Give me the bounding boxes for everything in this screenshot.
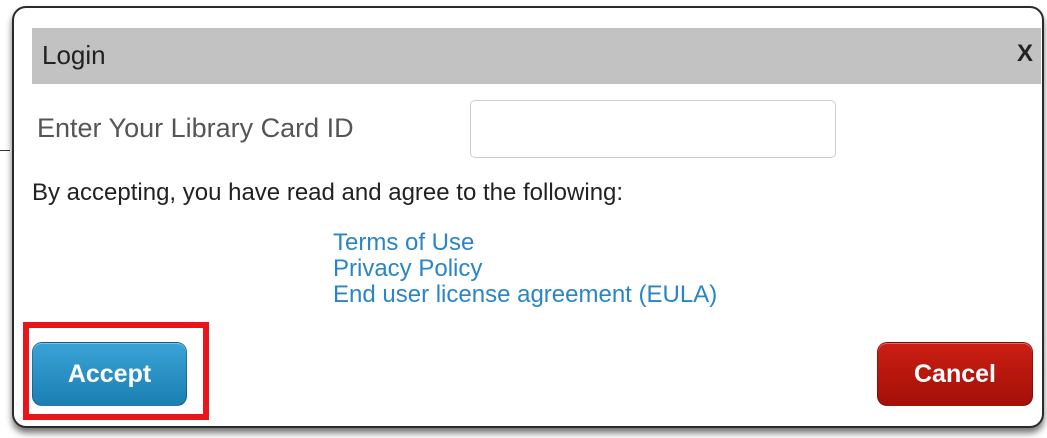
agreement-links: Terms of Use Privacy Policy End user lic… (333, 230, 717, 308)
edge-divider (0, 150, 10, 151)
cancel-button[interactable]: Cancel (877, 342, 1033, 406)
library-card-input[interactable] (470, 100, 836, 158)
agreement-text: By accepting, you have read and agree to… (32, 179, 624, 206)
library-card-label: Enter Your Library Card ID (37, 113, 354, 143)
dialog-title: Login (42, 40, 106, 70)
accept-highlight-box (23, 322, 209, 420)
close-icon[interactable]: X (1017, 40, 1033, 68)
dialog-titlebar: Login X (32, 28, 1041, 84)
eula-link[interactable]: End user license agreement (EULA) (333, 282, 717, 308)
privacy-policy-link[interactable]: Privacy Policy (333, 256, 717, 282)
terms-of-use-link[interactable]: Terms of Use (333, 230, 717, 256)
